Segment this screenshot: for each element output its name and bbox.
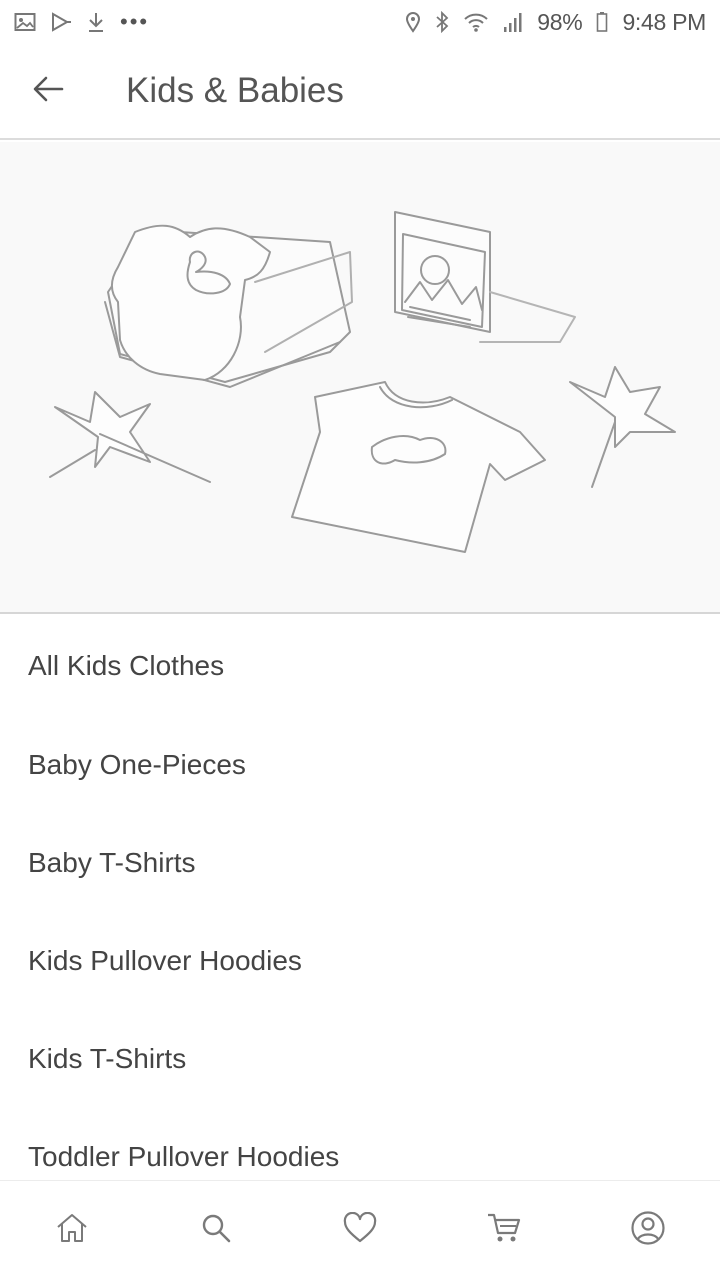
nav-cart-button[interactable] (468, 1195, 540, 1267)
status-bar-right: 98% 9:48 PM (405, 9, 706, 36)
nav-favorites-button[interactable] (324, 1195, 396, 1267)
category-toddler-pullover-hoodies[interactable]: Toddler Pullover Hoodies (0, 1108, 720, 1178)
search-icon (200, 1212, 232, 1249)
signal-icon (503, 11, 523, 33)
home-icon (55, 1212, 89, 1249)
nav-account-button[interactable] (612, 1195, 684, 1267)
status-bar: ••• 98% 9:48 PM (0, 0, 720, 44)
category-baby-t-shirts[interactable]: Baby T-Shirts (0, 814, 720, 912)
location-icon (405, 11, 421, 33)
category-kids-pullover-hoodies[interactable]: Kids Pullover Hoodies (0, 912, 720, 1010)
category-kids-t-shirts[interactable]: Kids T-Shirts (0, 1010, 720, 1108)
account-icon (630, 1210, 666, 1251)
nav-home-button[interactable] (36, 1195, 108, 1267)
status-bar-left: ••• (14, 9, 149, 35)
more-notifications-icon: ••• (120, 9, 150, 34)
clock: 9:48 PM (622, 8, 706, 35)
page-title: Kids & Babies (126, 71, 344, 110)
heart-icon (342, 1211, 378, 1249)
app-bar: Kids & Babies (0, 44, 720, 140)
category-baby-one-pieces[interactable]: Baby One-Pieces (0, 716, 720, 814)
download-icon (86, 11, 106, 33)
category-all-kids-clothes[interactable]: All Kids Clothes (0, 616, 720, 716)
cart-icon (486, 1211, 522, 1250)
bluetooth-icon (435, 11, 449, 33)
battery-icon (596, 11, 608, 33)
category-list: All Kids Clothes Baby One-Pieces Baby T-… (0, 616, 720, 1178)
bottom-nav (0, 1180, 720, 1280)
gallery-icon (14, 12, 36, 32)
arrow-left-icon (32, 75, 64, 108)
wifi-icon (463, 11, 489, 33)
kids-clothes-banner (0, 142, 720, 614)
battery-percentage: 98% (537, 8, 583, 35)
back-button[interactable] (0, 43, 96, 139)
nav-search-button[interactable] (180, 1195, 252, 1267)
banner-illustration (49, 211, 676, 553)
play-store-icon (50, 12, 72, 32)
